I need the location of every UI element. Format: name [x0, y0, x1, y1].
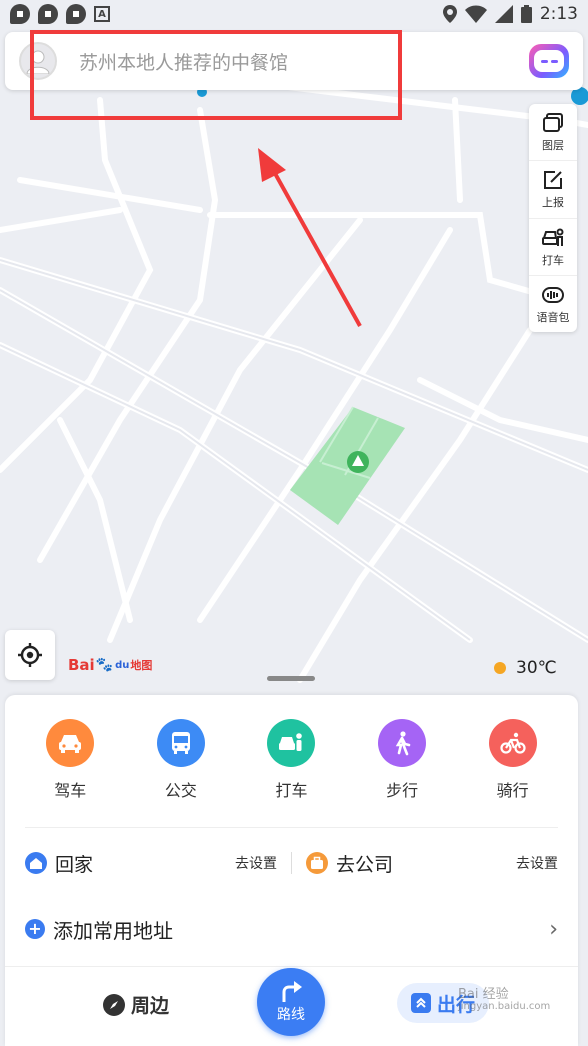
user-avatar-icon[interactable] — [19, 42, 57, 80]
briefcase-icon — [306, 852, 328, 874]
clock-time: 2:13 — [539, 4, 578, 24]
signal-icon — [494, 5, 513, 23]
home-icon — [25, 852, 47, 874]
add-common-address[interactable]: + 添加常用地址 › — [5, 898, 578, 960]
chat-bubble-icon — [10, 4, 30, 24]
compass-icon — [103, 993, 125, 1016]
car-icon — [46, 719, 95, 767]
nav-nearby[interactable]: 周边 — [103, 991, 169, 1018]
tool-layers[interactable]: 图层 — [529, 104, 577, 162]
sun-icon — [494, 662, 506, 674]
weather-indicator[interactable]: 30℃ — [494, 658, 557, 678]
tool-label: 语音包 — [536, 310, 570, 324]
favorite-places: 回家 去设置 去公司 去设置 — [5, 828, 578, 898]
location-icon — [442, 5, 457, 23]
taxi-icon — [267, 719, 316, 767]
search-input[interactable]: 苏州本地人推荐的中餐馆 — [79, 48, 288, 75]
tool-report[interactable]: 上报 — [529, 161, 577, 219]
map-toolbar: 图层 上报 打车 语音包 — [529, 104, 577, 332]
bus-icon — [156, 719, 205, 767]
search-bar[interactable]: 苏州本地人推荐的中餐馆 — [5, 32, 583, 90]
mode-bike[interactable]: 骑行 — [473, 719, 553, 801]
crosshair-icon — [18, 643, 42, 667]
mode-label: 骑行 — [496, 781, 529, 800]
route-label: 路线 — [277, 1007, 305, 1023]
tool-taxi[interactable]: 打车 — [529, 219, 577, 276]
company-label: 去公司 — [336, 853, 394, 876]
mode-label: 公交 — [164, 781, 197, 800]
tool-label: 打车 — [542, 253, 564, 267]
route-button[interactable]: 路线 — [257, 968, 325, 1036]
paw-icon: 🐾 — [95, 657, 114, 673]
add-address-label: 添加常用地址 — [53, 918, 173, 943]
watermark: Bai 经验 jingyan.baidu.com — [458, 987, 551, 1012]
mode-bus[interactable]: 公交 — [141, 719, 221, 801]
route-arrow-icon — [282, 981, 302, 1002]
walk-icon — [378, 719, 427, 767]
company-shortcut[interactable]: 去公司 去设置 — [306, 850, 558, 877]
status-bar: A 2:13 — [0, 0, 588, 28]
transport-modes: 驾车 公交 打车 步行 骑行 — [5, 695, 578, 801]
notification-icons: A — [10, 4, 110, 24]
tool-voice-pack[interactable]: 语音包 — [529, 276, 577, 332]
temperature-text: 30℃ — [516, 658, 557, 678]
chat-bubble-icon — [38, 4, 58, 24]
bike-icon — [488, 719, 537, 767]
battery-icon — [520, 5, 532, 23]
nav-nearby-label: 周边 — [131, 995, 170, 1017]
travel-icon — [411, 993, 431, 1013]
mode-label: 打车 — [275, 781, 308, 800]
a-square-icon: A — [94, 6, 110, 22]
tool-label: 上报 — [542, 196, 564, 210]
wifi-icon — [464, 5, 487, 23]
mode-label: 步行 — [386, 781, 419, 800]
tool-label: 图层 — [542, 139, 564, 153]
plus-icon: + — [25, 919, 45, 939]
system-icons: 2:13 — [442, 4, 578, 24]
locate-me-button[interactable] — [5, 630, 55, 680]
mode-taxi[interactable]: 打车 — [251, 719, 331, 801]
drag-handle[interactable] — [267, 676, 315, 681]
home-set-button[interactable]: 去设置 — [235, 853, 277, 873]
layers-icon — [543, 113, 563, 133]
mode-drive[interactable]: 驾车 — [30, 719, 110, 801]
voice-pack-icon — [542, 286, 564, 303]
map-canvas[interactable] — [0, 0, 588, 700]
taxi-icon — [542, 228, 564, 246]
chevron-right-icon: › — [549, 916, 558, 942]
company-set-button[interactable]: 去设置 — [516, 853, 558, 873]
mode-walk[interactable]: 步行 — [362, 719, 442, 801]
home-label: 回家 — [55, 853, 94, 876]
home-shortcut[interactable]: 回家 去设置 — [25, 850, 277, 877]
baidu-map-logo: Bai 🐾 du 地图 — [68, 656, 153, 674]
report-edit-icon — [544, 171, 562, 190]
chat-bubble-icon — [66, 4, 86, 24]
voice-assistant-icon[interactable] — [529, 44, 569, 78]
divider — [291, 852, 292, 874]
mode-label: 驾车 — [54, 781, 87, 800]
